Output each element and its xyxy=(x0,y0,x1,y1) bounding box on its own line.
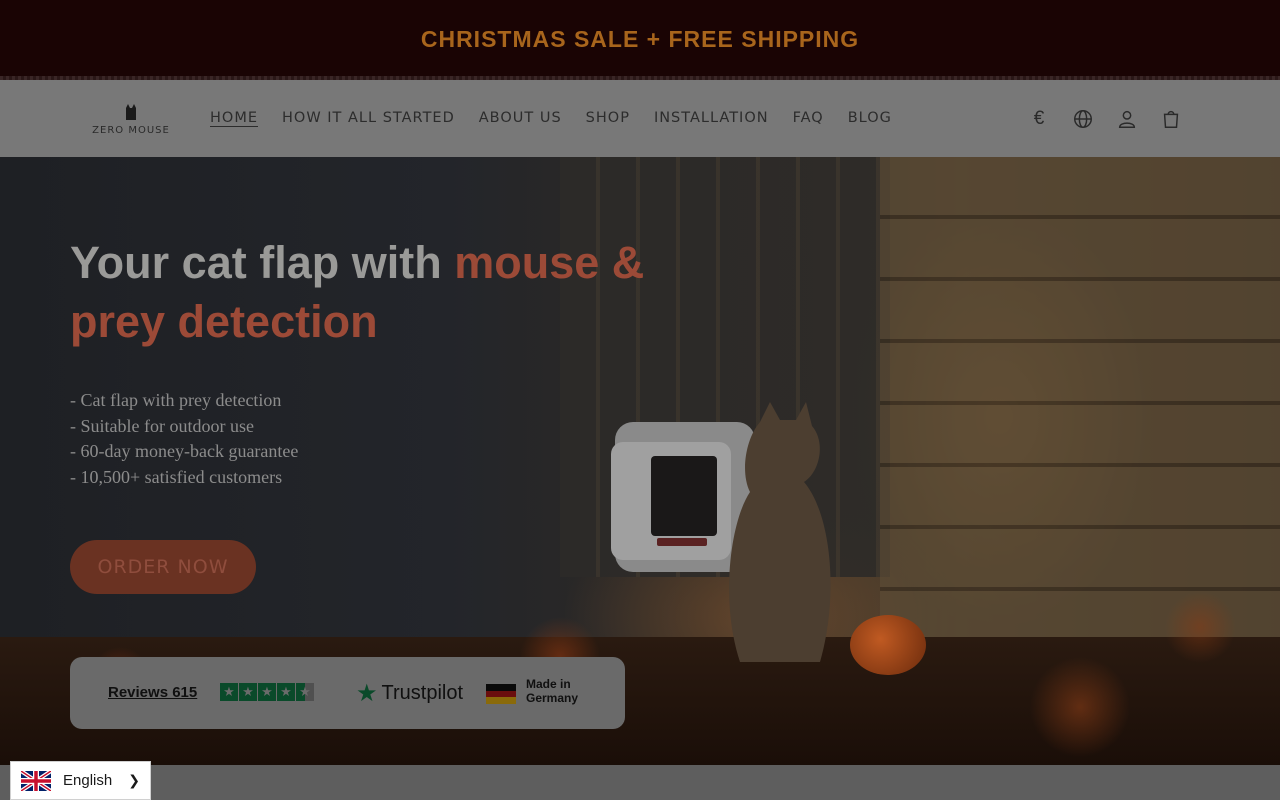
list-item: - Cat flap with prey detection xyxy=(70,390,282,410)
nav-shop[interactable]: SHOP xyxy=(586,110,630,126)
half-star-icon: ★ xyxy=(296,683,314,701)
site-header: ZERO MOUSE HOME HOW IT ALL STARTED ABOUT… xyxy=(0,80,1280,157)
made-in-line1: Made in xyxy=(526,677,571,691)
language-selector[interactable]: English ❯ xyxy=(10,761,151,800)
list-item: - Suitable for outdoor use xyxy=(70,415,254,436)
currency-icon[interactable]: € xyxy=(1028,108,1050,130)
made-in-germany: Made in Germany xyxy=(526,677,578,705)
star-icon: ★ xyxy=(258,683,276,701)
account-icon[interactable] xyxy=(1116,108,1138,130)
trust-bar: Reviews 615 ★ ★ ★ ★ ★ ★ Trustpilot Made … xyxy=(70,657,625,729)
star-icon: ★ xyxy=(277,683,295,701)
announcement-text: CHRISTMAS SALE + FREE SHIPPING xyxy=(420,26,860,52)
logo-text: ZERO MOUSE xyxy=(92,125,170,136)
star-icon: ★ xyxy=(220,683,238,701)
cat-logo-icon xyxy=(126,104,136,120)
wall-background xyxy=(880,157,1280,657)
star-icon: ★ xyxy=(239,683,257,701)
nav-about-us[interactable]: ABOUT US xyxy=(479,110,562,126)
rating-stars: ★ ★ ★ ★ ★ xyxy=(220,683,314,701)
order-now-button[interactable]: ORDER NOW xyxy=(70,540,256,594)
nav-blog[interactable]: BLOG xyxy=(848,110,892,126)
reviews-link[interactable]: Reviews 615 xyxy=(108,684,197,701)
header-actions: € xyxy=(1028,108,1182,130)
hero-banner: Your cat flap with mouse & prey detectio… xyxy=(0,157,1280,765)
nav-faq[interactable]: FAQ xyxy=(793,110,824,126)
list-item: - 60-day money-back guarantee xyxy=(70,441,299,461)
currency-symbol: € xyxy=(1033,108,1045,129)
hero-title: Your cat flap with mouse & prey detectio… xyxy=(70,233,710,351)
announcement-bar: CHRISTMAS SALE + FREE SHIPPING xyxy=(0,0,1280,79)
trustpilot-label: Trustpilot xyxy=(381,682,464,704)
globe-icon[interactable] xyxy=(1072,108,1094,130)
hero-benefits-list: - Cat flap with prey detection - Suitabl… xyxy=(70,388,298,490)
hero-title-accent-1: mouse & xyxy=(454,237,645,288)
nav-installation[interactable]: INSTALLATION xyxy=(654,110,769,126)
nav-how-it-all-started[interactable]: HOW IT ALL STARTED xyxy=(282,110,455,126)
list-item: - 10,500+ satisfied customers xyxy=(70,466,283,487)
cat-image xyxy=(729,402,831,662)
trustpilot-star-icon: ★ xyxy=(356,680,378,707)
main-nav: HOME HOW IT ALL STARTED ABOUT US SHOP IN… xyxy=(210,110,916,126)
cart-icon[interactable] xyxy=(1160,108,1182,130)
hero-title-plain: Your cat flap with xyxy=(70,237,455,288)
page-below-fold xyxy=(0,765,1280,800)
logo[interactable]: ZERO MOUSE xyxy=(88,98,174,140)
germany-flag-icon xyxy=(486,684,516,705)
uk-flag-icon xyxy=(21,770,51,791)
chevron-right-icon: ❯ xyxy=(128,772,140,788)
pumpkin-image xyxy=(850,615,926,675)
trustpilot-logo[interactable]: ★ Trustpilot xyxy=(356,679,463,708)
language-label: English xyxy=(63,772,113,789)
hero-title-accent-2: prey detection xyxy=(70,296,378,347)
made-in-line2: Germany xyxy=(526,691,579,705)
nav-home[interactable]: HOME xyxy=(210,110,258,126)
